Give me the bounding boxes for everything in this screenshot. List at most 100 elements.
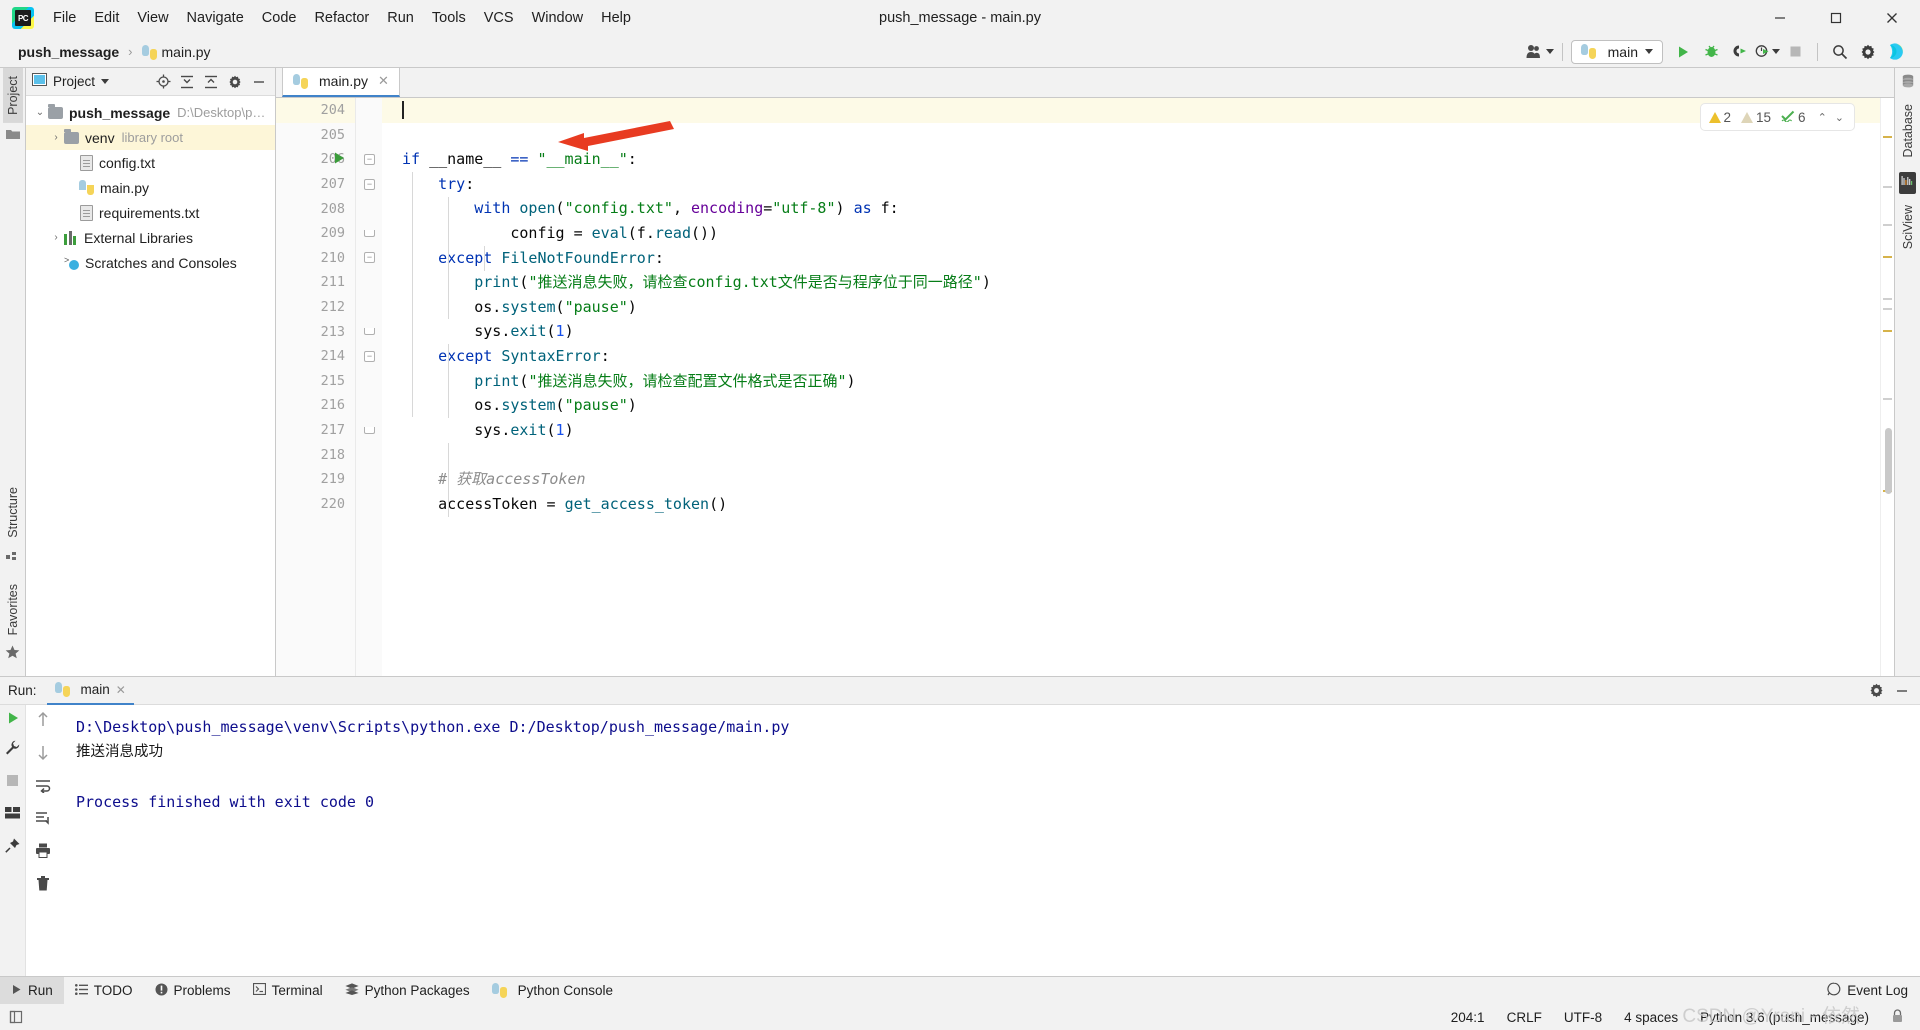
fold-cell[interactable]: −: [356, 172, 382, 197]
close-icon[interactable]: ✕: [116, 683, 126, 697]
code-line[interactable]: sys.exit(1): [382, 319, 1880, 344]
maximize-button[interactable]: [1808, 0, 1864, 36]
menu-file[interactable]: File: [44, 0, 85, 36]
up-arrow-icon[interactable]: [36, 711, 50, 732]
breadcrumb-project[interactable]: push_message: [14, 42, 123, 62]
line-number[interactable]: 215: [276, 369, 355, 394]
fold-cell[interactable]: [356, 442, 382, 467]
code-line[interactable]: # 获取accessToken: [382, 467, 1880, 492]
file-encoding[interactable]: UTF-8: [1564, 1010, 1602, 1025]
chevron-right-icon[interactable]: ›: [48, 132, 64, 143]
code-line[interactable]: if __name__ == "__main__":: [382, 147, 1880, 172]
tab-main-py[interactable]: main.py ✕: [282, 67, 400, 97]
code-line[interactable]: os.system("pause"): [382, 393, 1880, 418]
sidebar-item-structure[interactable]: Structure: [3, 479, 23, 546]
line-number[interactable]: 211: [276, 270, 355, 295]
rerun-icon[interactable]: [6, 711, 20, 730]
fold-cell[interactable]: [356, 295, 382, 320]
tree-node-external-libraries[interactable]: › External Libraries: [26, 225, 275, 250]
fold-end-icon[interactable]: [364, 328, 375, 336]
line-number[interactable]: 220: [276, 492, 355, 517]
close-button[interactable]: [1864, 0, 1920, 36]
run-with-coverage-icon[interactable]: [1725, 39, 1753, 65]
close-icon[interactable]: ✕: [378, 73, 389, 89]
event-log-button[interactable]: Event Log: [1827, 982, 1920, 999]
code-line[interactable]: except SyntaxError:: [382, 344, 1880, 369]
tree-node-venv[interactable]: › venv library root: [26, 125, 275, 150]
ide-updates-icon[interactable]: [1882, 39, 1910, 65]
sidebar-item-sciview[interactable]: SciView: [1898, 197, 1918, 257]
chevron-down-icon[interactable]: [101, 79, 110, 84]
menu-help[interactable]: Help: [592, 0, 640, 36]
expand-all-icon[interactable]: [177, 72, 197, 92]
fold-cell[interactable]: −: [356, 147, 382, 172]
trash-icon[interactable]: [36, 876, 50, 896]
code-line[interactable]: sys.exit(1): [382, 418, 1880, 443]
sidebar-item-favorites[interactable]: Favorites: [3, 576, 23, 643]
fold-cell[interactable]: [356, 369, 382, 394]
run-configuration-selector[interactable]: main: [1570, 39, 1663, 64]
fold-cell[interactable]: −: [356, 246, 382, 271]
inspection-widget[interactable]: 2 15 6 ⌃ ⌄: [1700, 104, 1854, 130]
gutter-run-icon[interactable]: [334, 152, 345, 167]
hide-icon[interactable]: [249, 72, 269, 92]
tree-node-scratches-and-consoles[interactable]: >_ Scratches and Consoles: [26, 250, 275, 275]
scroll-to-end-icon[interactable]: [35, 811, 51, 830]
fold-cell[interactable]: [356, 393, 382, 418]
bottom-tab-problems[interactable]: Problems: [144, 977, 242, 1004]
pin-icon[interactable]: [5, 838, 20, 858]
chevron-right-icon[interactable]: ›: [48, 232, 64, 243]
tree-node-config-txt[interactable]: config.txt: [26, 150, 275, 175]
menu-refactor[interactable]: Refactor: [305, 0, 378, 36]
line-number[interactable]: 212: [276, 295, 355, 320]
fold-open-icon[interactable]: −: [364, 252, 375, 264]
gear-icon[interactable]: [225, 72, 245, 92]
menu-edit[interactable]: Edit: [85, 0, 128, 36]
user-account-icon[interactable]: [1526, 39, 1554, 65]
tree-node-requirements-txt[interactable]: requirements.txt: [26, 200, 275, 225]
bottom-tab-terminal[interactable]: Terminal: [242, 977, 334, 1004]
line-number[interactable]: 214: [276, 344, 355, 369]
menu-navigate[interactable]: Navigate: [178, 0, 253, 36]
bottom-tab-run[interactable]: Run: [0, 977, 64, 1004]
warning-count-group[interactable]: 2: [1708, 110, 1731, 125]
code-line[interactable]: [382, 98, 1880, 123]
line-number[interactable]: 204: [276, 98, 355, 123]
tree-node-main-py[interactable]: main.py: [26, 175, 275, 200]
python-interpreter[interactable]: Python 3.6 (push_message): [1700, 1010, 1869, 1025]
indent-setting[interactable]: 4 spaces: [1624, 1010, 1678, 1025]
chevron-up-icon[interactable]: ⌃: [1816, 111, 1829, 124]
fold-cell[interactable]: [356, 98, 382, 123]
menu-code[interactable]: Code: [253, 0, 306, 36]
chevron-down-icon[interactable]: ⌄: [32, 107, 48, 118]
bottom-tab-todo[interactable]: TODO: [64, 977, 144, 1004]
line-number[interactable]: 210: [276, 246, 355, 271]
line-separator[interactable]: CRLF: [1507, 1010, 1542, 1025]
bottom-tab-python-packages[interactable]: Python Packages: [334, 977, 481, 1004]
line-number[interactable]: 206: [276, 147, 355, 172]
collapse-all-icon[interactable]: [201, 72, 221, 92]
search-icon[interactable]: [1826, 39, 1854, 65]
chevron-down-icon[interactable]: ⌄: [1833, 111, 1846, 124]
fold-cell[interactable]: [356, 123, 382, 148]
line-number[interactable]: 208: [276, 196, 355, 221]
stop-icon[interactable]: [1781, 39, 1809, 65]
code-line[interactable]: config = eval(f.read()): [382, 221, 1880, 246]
breadcrumb-file[interactable]: main.py: [138, 42, 215, 62]
sidebar-item-project[interactable]: Project: [2, 68, 23, 123]
soft-wrap-icon[interactable]: [35, 779, 51, 798]
menu-run[interactable]: Run: [378, 0, 423, 36]
run-tab-main[interactable]: main ✕: [46, 677, 134, 705]
fold-end-icon[interactable]: [364, 426, 375, 434]
fold-cell[interactable]: [356, 270, 382, 295]
tree-node-push-message[interactable]: ⌄ push_message D:\Desktop\push_m: [26, 100, 275, 125]
gear-icon[interactable]: [1854, 39, 1882, 65]
code-text[interactable]: if __name__ == "__main__": try: with ope…: [382, 98, 1880, 676]
error-stripe[interactable]: [1880, 98, 1894, 676]
fold-cell[interactable]: [356, 418, 382, 443]
profiler-icon[interactable]: [1753, 39, 1781, 65]
fold-cell[interactable]: [356, 467, 382, 492]
code-line[interactable]: accessToken = get_access_token(): [382, 492, 1880, 517]
gear-icon[interactable]: [1866, 681, 1886, 701]
code-line[interactable]: try:: [382, 172, 1880, 197]
